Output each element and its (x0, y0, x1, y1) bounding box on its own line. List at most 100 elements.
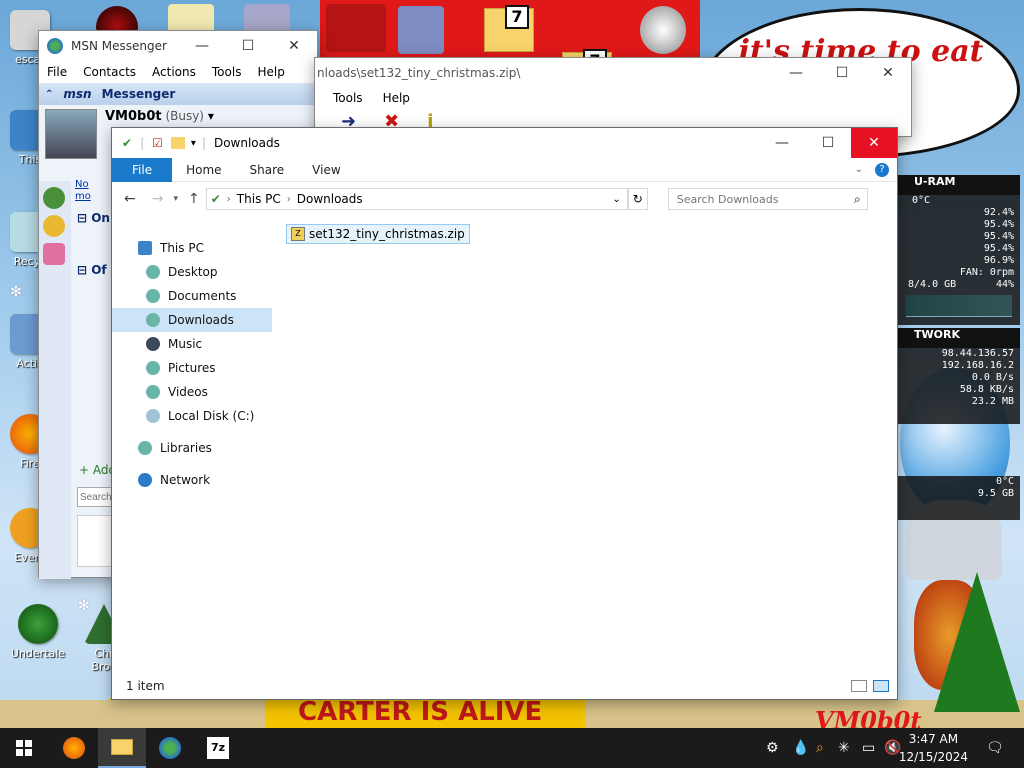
menu-tools[interactable]: Tools (333, 91, 363, 105)
nav-item-documents[interactable]: Documents (112, 284, 272, 308)
external-ip: 98.44.136.57 (941, 348, 1014, 359)
taskbar-7zip[interactable]: 7z (194, 728, 242, 768)
maximize-button[interactable]: ☐ (225, 31, 271, 61)
forward-button[interactable]: → (152, 191, 164, 207)
msn-title-bar[interactable]: MSN Messenger — ☐ ✕ (39, 31, 317, 61)
menu-tools[interactable]: Tools (212, 65, 242, 79)
search-box[interactable]: ⌕ (667, 188, 868, 210)
refresh-icon: ↻ (632, 192, 643, 206)
nav-item-libraries[interactable]: Libraries (112, 436, 272, 460)
file-name: set132_tiny_christmas.zip (309, 227, 465, 241)
nav-item-music[interactable]: Music (112, 332, 272, 356)
search-input[interactable] (674, 191, 854, 207)
globe-icon[interactable] (640, 6, 686, 54)
customize-qat-icon[interactable]: ▾ (191, 138, 196, 149)
maximize-button[interactable]: ☐ (805, 128, 851, 158)
nav-item-videos[interactable]: Videos (112, 380, 272, 404)
nav-item-local-disk[interactable]: Local Disk (C:) (112, 404, 272, 428)
cpu-usage: 92.4% (983, 207, 1014, 218)
file-item[interactable]: Z set132_tiny_christmas.zip (286, 224, 470, 244)
network-icon[interactable]: ▭ (862, 740, 875, 756)
tab-view[interactable]: View (298, 158, 354, 182)
chevron-right-icon: › (286, 193, 291, 205)
minimize-button[interactable]: — (773, 58, 819, 88)
start-button[interactable] (0, 728, 48, 768)
desktop-icon-undertale[interactable]: Undertale (10, 604, 66, 660)
tray-app-icon[interactable]: ⚙ (766, 740, 779, 756)
zip-title-bar[interactable]: nloads\set132_tiny_christmas.zip\ — ☐ ✕ (315, 58, 911, 88)
menu-help[interactable]: Help (257, 65, 284, 79)
pictures-icon (146, 361, 160, 375)
banner-text: CARTER IS ALIVE (298, 697, 543, 727)
quick-access-icon[interactable]: ✔ (122, 136, 132, 150)
reindeer-icon[interactable] (326, 4, 386, 52)
taskbar-firefox[interactable] (50, 728, 98, 768)
house-icon[interactable] (398, 6, 444, 54)
gadget-header: U-RAM (898, 175, 1020, 195)
refresh-button[interactable]: ↻ (627, 188, 648, 210)
close-button[interactable]: ✕ (865, 58, 911, 88)
nav-item-this-pc[interactable]: This PC (112, 236, 272, 260)
tab-share[interactable]: Share (236, 158, 299, 182)
cpu-ram-gadget: U-RAM 0°C 92.4% 95.4% 95.4% 95.4% 96.9% … (898, 175, 1020, 325)
nav-item-pictures[interactable]: Pictures (112, 356, 272, 380)
taskbar-msn[interactable] (146, 728, 194, 768)
documents-icon (146, 289, 160, 303)
avatar[interactable] (45, 109, 97, 159)
properties-icon[interactable]: ☑ (152, 136, 163, 150)
taskbar-file-explorer[interactable] (98, 728, 146, 768)
contacts-icon[interactable] (43, 187, 65, 209)
chevron-down-icon[interactable]: ▾ (208, 109, 214, 123)
zip-archive-window[interactable]: nloads\set132_tiny_christmas.zip\ — ☐ ✕ … (314, 57, 912, 137)
ram-graph (906, 295, 1012, 317)
msn-menu-bar: File Contacts Actions Tools Help (39, 61, 317, 83)
menu-file[interactable]: File (47, 65, 67, 79)
file-explorer-window[interactable]: ✔ | ☑ ▾ | Downloads — ☐ ✕ File Home Shar… (111, 127, 898, 700)
nav-item-desktop[interactable]: Desktop (112, 260, 272, 284)
msn-status[interactable]: (Busy) (165, 109, 204, 123)
menu-actions[interactable]: Actions (152, 65, 196, 79)
desktop-icon (146, 265, 160, 279)
back-button[interactable]: ← (124, 191, 136, 207)
details-view-icon[interactable] (851, 680, 867, 692)
group-online[interactable]: ⊟ On (77, 211, 110, 225)
menu-help[interactable]: Help (383, 91, 410, 105)
minimize-button[interactable]: — (179, 31, 225, 61)
nav-item-downloads[interactable]: Downloads (112, 308, 272, 332)
tab-home[interactable]: Home (172, 158, 235, 182)
tray-drop-icon[interactable]: 💧 (792, 740, 809, 756)
up-button[interactable]: ↑ (188, 191, 200, 207)
nav-item-label: Videos (168, 385, 208, 399)
tray-search-icon[interactable]: ⌕ (816, 740, 824, 756)
group-offline[interactable]: ⊟ Of (77, 263, 107, 277)
new-folder-icon[interactable] (170, 137, 185, 149)
cpu-core: 95.4% (983, 219, 1014, 230)
group-offline-label: Of (91, 263, 107, 277)
separator: | (140, 136, 145, 150)
minimize-button[interactable]: — (759, 128, 805, 158)
tray-snowflake-icon[interactable]: ✳ (838, 740, 850, 756)
menu-contacts[interactable]: Contacts (83, 65, 136, 79)
explorer-title-bar[interactable]: ✔ | ☑ ▾ | Downloads — ☐ ✕ (112, 128, 897, 158)
expand-ribbon-icon[interactable]: ⌄ (855, 164, 863, 175)
alerts-icon[interactable] (43, 215, 65, 237)
collapse-icon[interactable]: ⌃ (45, 89, 53, 100)
gift-icon[interactable] (43, 243, 65, 265)
unknown-folder-icon[interactable]: 7 (484, 5, 534, 52)
maximize-button[interactable]: ☐ (819, 58, 865, 88)
breadcrumb-this-pc[interactable]: This PC (237, 192, 281, 206)
address-dropdown-icon[interactable]: ⌄ (612, 194, 620, 205)
breadcrumb-downloads[interactable]: Downloads (297, 192, 613, 206)
clock[interactable]: 3:47 AM 12/15/2024 (899, 730, 968, 766)
msn-brand-bar: ⌃ msn Messenger (39, 83, 317, 105)
close-button[interactable]: ✕ (271, 31, 317, 61)
address-bar[interactable]: ✔ › This PC › Downloads ⌄ (205, 188, 628, 210)
tab-file[interactable]: File (112, 157, 173, 182)
notification-center-icon[interactable]: 🗨 (986, 740, 1004, 756)
close-button[interactable]: ✕ (851, 128, 897, 158)
nav-item-network[interactable]: Network (112, 468, 272, 492)
large-icons-view-icon[interactable] (873, 680, 889, 692)
help-icon[interactable]: ? (875, 162, 889, 177)
msn-notice-link[interactable]: No mo (75, 179, 91, 203)
recent-locations-button[interactable]: ▾ (173, 194, 178, 204)
